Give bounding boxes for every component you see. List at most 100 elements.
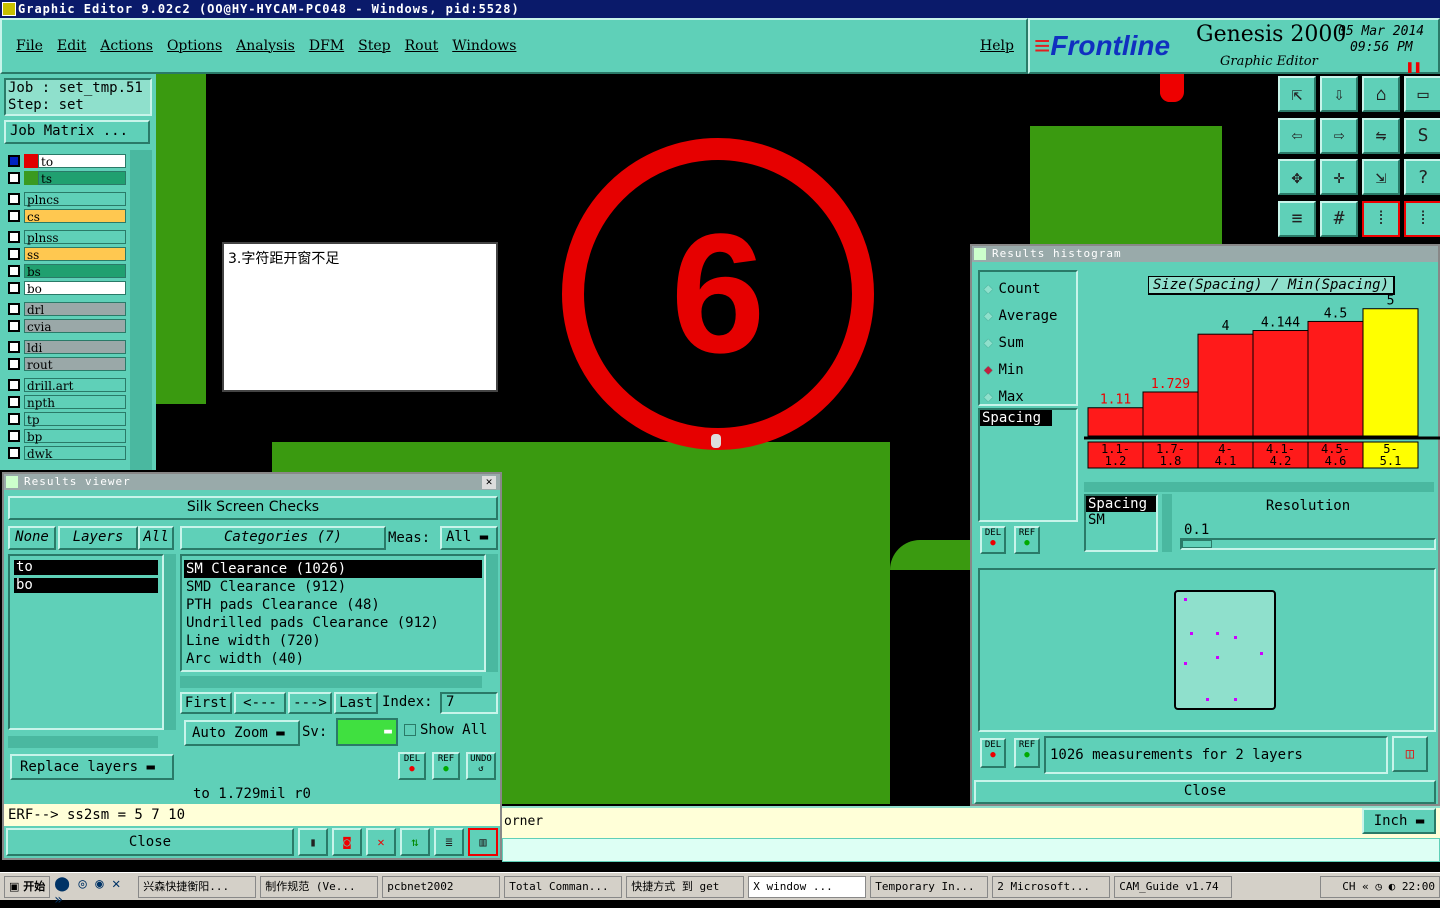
aggregate-option[interactable]: ◆ Sum xyxy=(984,330,1072,357)
category-item[interactable]: Arc width (40) xyxy=(184,650,482,668)
category-list[interactable]: SM Clearance (1026) SMD Clearance (912) PT… xyxy=(180,554,486,672)
zoom-home-icon[interactable]: ⇱ xyxy=(1278,76,1316,112)
layer-checkbox[interactable] xyxy=(8,319,20,332)
category-scrollbar[interactable] xyxy=(486,554,498,672)
taskbar-item[interactable]: 2 Microsoft... xyxy=(992,875,1111,898)
next-button[interactable]: ---> xyxy=(288,692,332,714)
zoom-down-icon[interactable]: ⇩ xyxy=(1320,76,1358,112)
menu-edit[interactable]: Edit xyxy=(57,38,86,54)
layer-row[interactable]: rout xyxy=(4,355,126,372)
histogram-bar[interactable] xyxy=(1362,308,1419,437)
grid-icon[interactable]: # xyxy=(1320,200,1358,237)
field-list[interactable]: Spacing xyxy=(978,408,1078,522)
type-item[interactable]: SM xyxy=(1086,512,1156,528)
layer-checkbox[interactable] xyxy=(8,230,20,243)
help-icon[interactable]: ? xyxy=(1404,159,1440,195)
center-icon[interactable]: ✛ xyxy=(1320,159,1358,195)
layer-checkbox[interactable] xyxy=(8,412,20,425)
layer-row[interactable]: plnss xyxy=(4,228,126,245)
layers-icon[interactable]: ⁞ xyxy=(1362,200,1400,237)
layer-row[interactable]: to xyxy=(4,152,126,169)
pause-icon[interactable]: ❚❚ xyxy=(1406,60,1422,75)
index-input[interactable]: 7 xyxy=(440,692,498,714)
zoom-fit-icon[interactable]: ✥ xyxy=(1278,159,1316,195)
units-dropdown[interactable]: Inch ▬ xyxy=(1362,808,1436,834)
aggregate-option[interactable]: ◆ Max xyxy=(984,384,1072,411)
layer-row[interactable]: bs xyxy=(4,262,126,279)
show-all-checkbox[interactable] xyxy=(404,724,416,736)
hist-ref-button[interactable]: REF ● xyxy=(1014,526,1040,554)
undo-button[interactable]: UNDO ↺ xyxy=(466,752,496,780)
layer-row[interactable]: ldi xyxy=(4,338,126,355)
category-hscroll[interactable] xyxy=(180,676,482,688)
layer-checkbox[interactable] xyxy=(8,247,20,260)
report-icon[interactable]: ≣ xyxy=(434,828,464,856)
features-icon[interactable]: ⁞ xyxy=(1404,200,1440,237)
layer-scrollbar[interactable] xyxy=(130,150,152,470)
fit-window-icon[interactable]: ▭ xyxy=(1404,76,1440,112)
category-item[interactable]: SM Clearance (1026) xyxy=(184,560,482,578)
layer-row[interactable]: bo xyxy=(4,279,126,296)
chart-hscroll[interactable] xyxy=(1084,482,1434,492)
aggregate-option[interactable]: ◆ Count xyxy=(984,276,1072,303)
layer-row[interactable]: cs xyxy=(4,207,126,224)
histogram-close-button[interactable]: Close xyxy=(974,780,1436,804)
layer-checkbox[interactable] xyxy=(8,340,20,353)
radio-diamond-icon[interactable]: ◆ xyxy=(984,357,992,384)
erase-icon[interactable]: ✕ xyxy=(366,828,396,856)
board-preview[interactable] xyxy=(978,568,1436,732)
del-button[interactable]: DEL ● xyxy=(398,752,426,780)
layer-checkbox[interactable] xyxy=(8,429,20,442)
layer-checkbox[interactable] xyxy=(8,154,20,167)
aggregate-option[interactable]: ◆ Average xyxy=(984,303,1072,330)
menu-step[interactable]: Step xyxy=(358,38,390,54)
prev-button[interactable]: <--- xyxy=(234,692,286,714)
layer-checkbox[interactable] xyxy=(8,446,20,459)
layer-list-hscroll[interactable] xyxy=(8,736,158,748)
all-button[interactable]: All xyxy=(138,526,174,550)
home-icon[interactable]: ⌂ xyxy=(1362,76,1400,112)
type-item[interactable]: Spacing xyxy=(1086,496,1156,512)
last-button[interactable]: Last xyxy=(334,692,378,714)
radio-diamond-icon[interactable]: ◆ xyxy=(984,384,992,411)
ref-button[interactable]: REF ● xyxy=(432,752,460,780)
menu-file[interactable]: File xyxy=(16,38,43,54)
map-del-button[interactable]: DEL ● xyxy=(980,738,1006,768)
menu-dfm[interactable]: DFM xyxy=(309,38,344,54)
layer-checkbox[interactable] xyxy=(8,357,20,370)
category-item[interactable]: Undrilled pads Clearance (912) xyxy=(184,614,482,632)
severity-dropdown[interactable]: ▬ xyxy=(336,718,398,746)
menu-analysis[interactable]: Analysis xyxy=(236,38,295,54)
result-layer-item[interactable]: to xyxy=(14,560,158,575)
close-icon[interactable]: ✕ xyxy=(482,476,496,489)
scale-icon[interactable]: ⇲ xyxy=(1362,159,1400,195)
measure-icon[interactable]: ≡ xyxy=(1278,200,1316,237)
radio-diamond-icon[interactable]: ◆ xyxy=(984,276,992,303)
taskbar-item[interactable]: 兴森快捷衡阳... xyxy=(138,875,257,898)
layer-checkbox[interactable] xyxy=(8,171,20,184)
none-button[interactable]: None xyxy=(8,526,56,550)
command-line[interactable]: orner xyxy=(502,806,1440,838)
taskbar-item[interactable]: Temporary In... xyxy=(870,875,989,898)
layer-checkbox[interactable] xyxy=(8,264,20,277)
radio-diamond-icon[interactable]: ◆ xyxy=(984,330,992,357)
layer-row[interactable]: cvia xyxy=(4,317,126,334)
taskbar-item[interactable]: 快捷方式 到 get xyxy=(626,875,745,898)
quick-launch[interactable]: ⬤ ◎ ◉ ✕ » xyxy=(54,876,134,908)
auto-zoom-dropdown[interactable]: Auto Zoom ▬ xyxy=(184,720,300,746)
layer-row[interactable]: npth xyxy=(4,393,126,410)
layer-row[interactable]: drl xyxy=(4,300,126,317)
histogram-bar[interactable] xyxy=(1197,333,1254,437)
taskbar-item[interactable]: pcbnet2002 xyxy=(382,875,501,898)
results-close-button[interactable]: Close xyxy=(6,828,294,856)
start-button[interactable]: ▣ 开始 xyxy=(4,875,51,898)
pan-left-icon[interactable]: ⇦ xyxy=(1278,117,1316,154)
result-layer-item[interactable]: bo xyxy=(14,578,158,593)
histogram-bar[interactable] xyxy=(1252,330,1309,437)
layer-checkbox[interactable] xyxy=(8,378,20,391)
menu-options[interactable]: Options xyxy=(167,38,222,54)
aggregate-option[interactable]: ◆ Min xyxy=(984,357,1072,384)
taskbar-item[interactable]: Total Comman... xyxy=(504,875,623,898)
layer-checkbox[interactable] xyxy=(8,192,20,205)
histogram-bar[interactable] xyxy=(1087,407,1144,437)
